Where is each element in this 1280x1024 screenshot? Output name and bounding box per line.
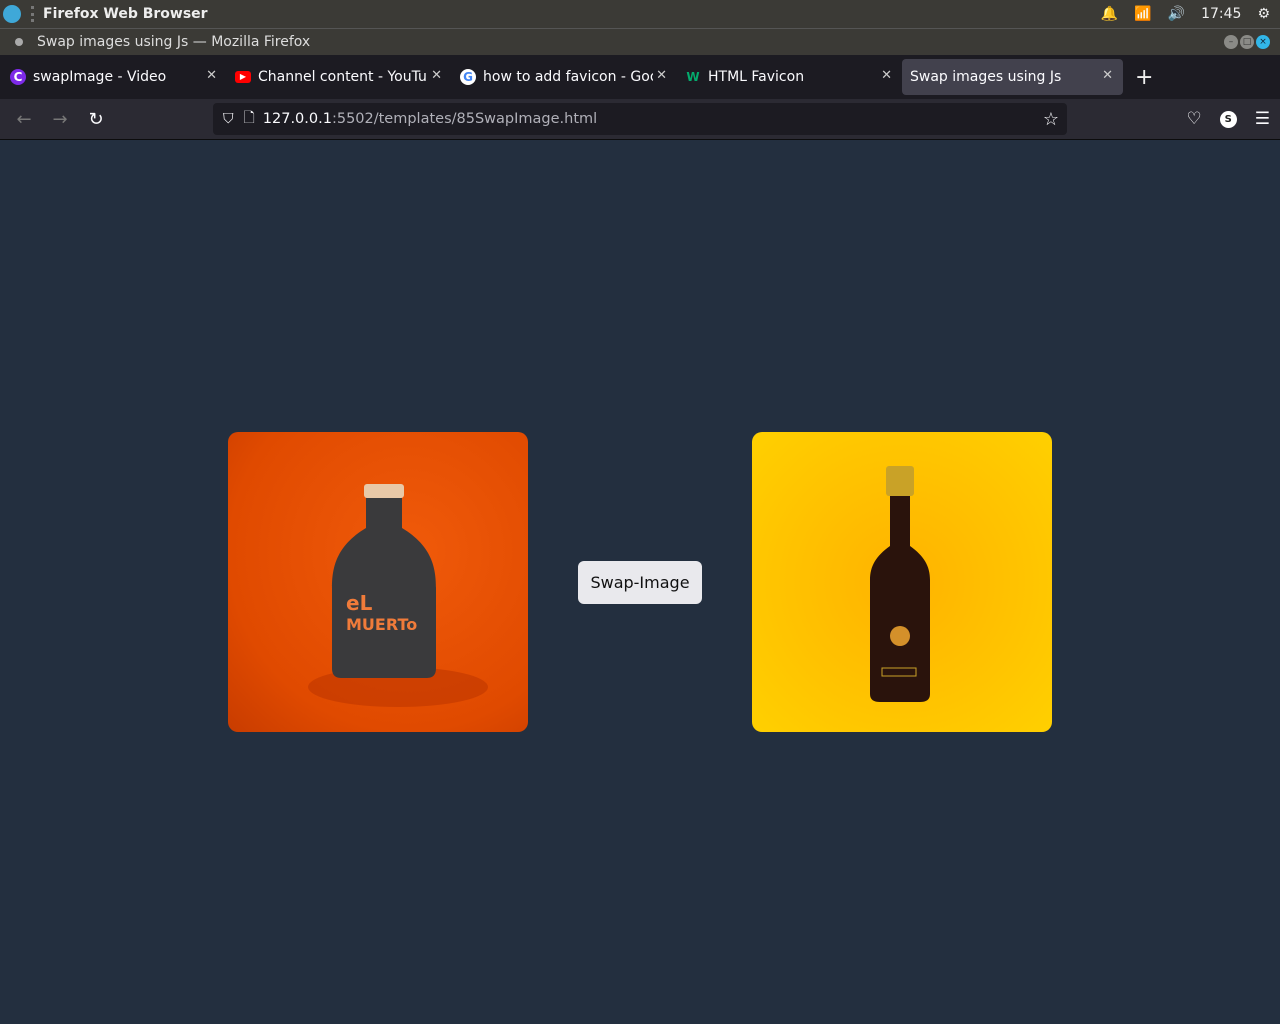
new-tab-button[interactable]: + [1135, 65, 1153, 90]
volume-icon[interactable]: 🔊 [1168, 6, 1185, 22]
os-top-bar: Firefox Web Browser 🔔 📶 🔊 17:45 ⚙ [0, 0, 1280, 28]
close-tab-icon[interactable]: ✕ [881, 68, 892, 83]
window-title: Swap images using Js — Mozilla Firefox [37, 34, 311, 50]
canva-icon: C [10, 69, 26, 85]
power-icon[interactable]: ⚙ [1257, 6, 1270, 22]
svg-text:eL: eL [346, 591, 373, 615]
close-tab-icon[interactable]: ✕ [656, 68, 667, 83]
menu-icon[interactable]: ☰ [1255, 109, 1270, 129]
close-tab-icon[interactable]: ✕ [431, 68, 442, 83]
tab-youtube[interactable]: ▶ Channel content - YouTube ✕ [227, 59, 452, 95]
close-tab-icon[interactable]: ✕ [1102, 68, 1113, 83]
pocket-icon[interactable]: ♡ [1187, 109, 1202, 129]
forward-button[interactable]: → [42, 109, 78, 130]
swap-image-button[interactable]: Swap-Image [578, 561, 702, 604]
tab-swapimage-video[interactable]: CswapImage - Video ✕ [2, 59, 227, 95]
url-bar[interactable]: ⛉ 🗋 127.0.0.1:5502/templates/85SwapImage… [213, 103, 1067, 135]
reload-button[interactable]: ↻ [78, 109, 114, 130]
google-icon: G [460, 69, 476, 85]
separator [31, 6, 35, 22]
tab-strip: CswapImage - Video ✕ ▶ Channel content - Y… [0, 55, 1280, 99]
tab-html-favicon[interactable]: W HTML Favicon ✕ [677, 59, 902, 95]
account-avatar[interactable]: S [1219, 110, 1237, 128]
minimize-button[interactable]: – [1224, 35, 1238, 49]
sauce-bottle-image [870, 466, 930, 702]
svg-text:MUERTo: MUERTo [346, 615, 417, 634]
w3schools-icon: W [686, 70, 700, 84]
close-tab-icon[interactable]: ✕ [206, 68, 217, 83]
maximize-button[interactable]: □ [1240, 35, 1254, 49]
window-titlebar: Swap images using Js — Mozilla Firefox –… [0, 28, 1280, 55]
clock[interactable]: 17:45 [1201, 6, 1241, 22]
youtube-icon: ▶ [235, 71, 251, 83]
image-right [752, 432, 1052, 732]
back-button[interactable]: ← [6, 109, 42, 130]
tab-swap-images[interactable]: Swap images using Js ✕ [902, 59, 1123, 95]
window-menu-icon[interactable] [15, 38, 23, 46]
ubuntu-logo-icon[interactable] [3, 5, 21, 23]
wifi-icon[interactable]: 📶 [1134, 6, 1151, 22]
black-bottle-image: eL MUERTo [308, 484, 488, 707]
shield-icon[interactable]: ⛉ [223, 111, 234, 127]
tab-google-search[interactable]: Ghow to add favicon - Google Search✕ [452, 59, 677, 95]
bookmark-star-icon[interactable]: ☆ [1043, 109, 1059, 130]
app-name: Firefox Web Browser [43, 6, 208, 22]
image-left: eL MUERTo [228, 432, 528, 732]
navigation-toolbar: ← → ↻ ⛉ 🗋 127.0.0.1:5502/templates/85Swa… [0, 99, 1280, 140]
close-window-button[interactable]: × [1256, 35, 1270, 49]
bell-icon[interactable]: 🔔 [1101, 6, 1118, 22]
page-icon: 🗋 [243, 110, 255, 126]
